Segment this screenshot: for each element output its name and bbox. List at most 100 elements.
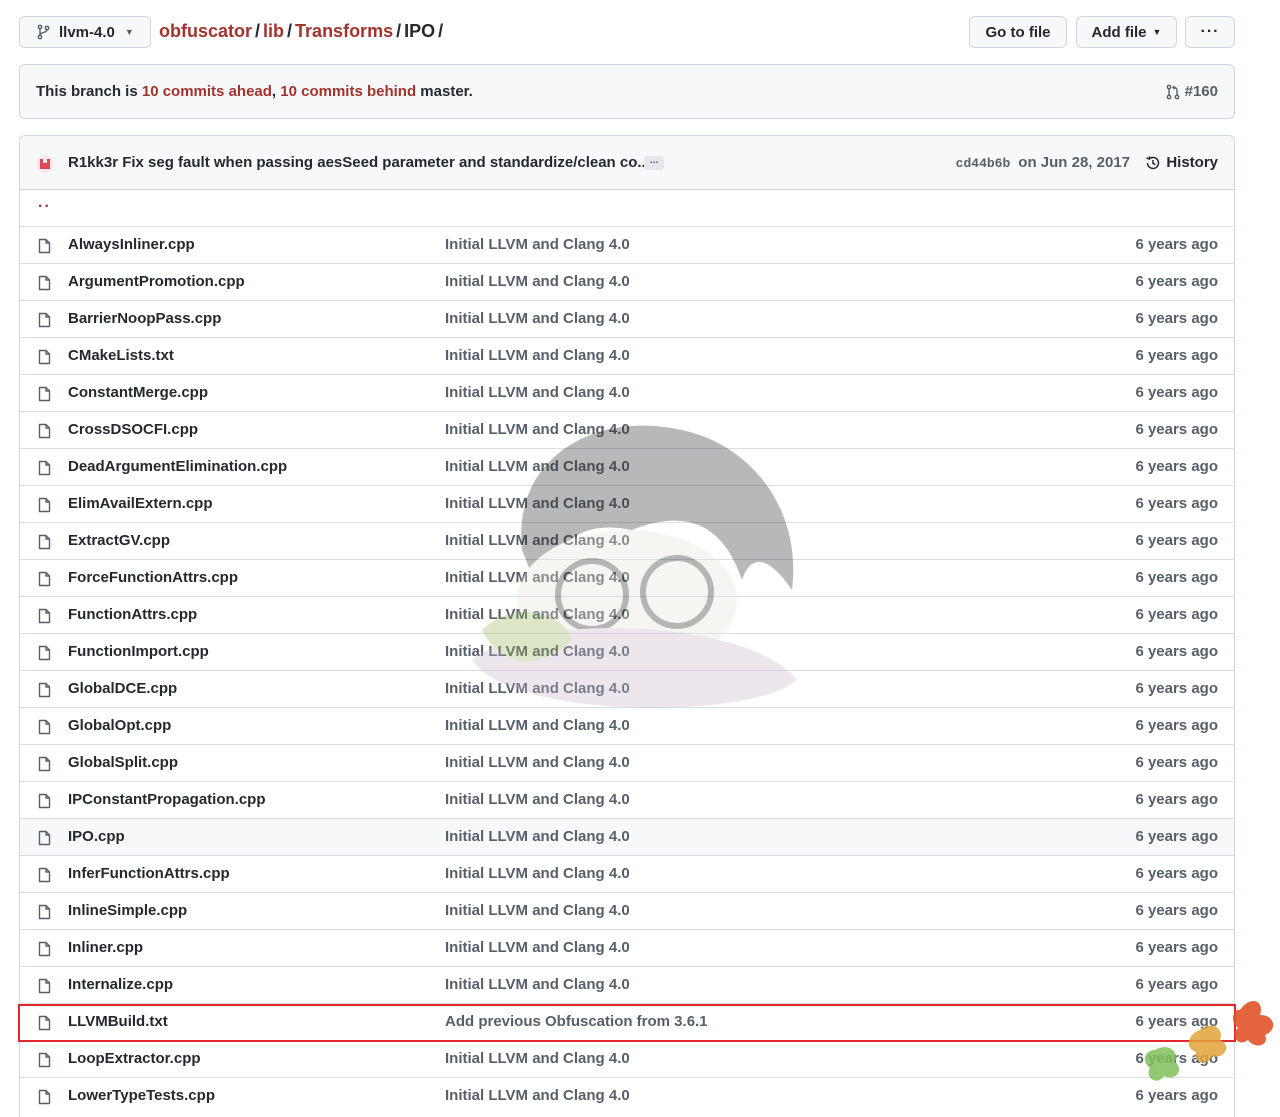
file-commit-message-link[interactable]: Initial LLVM and Clang 4.0 — [445, 828, 630, 845]
expand-commit-button[interactable]: ... — [644, 156, 664, 170]
file-name-link[interactable]: LoopExtractor.cpp — [68, 1050, 201, 1067]
commits-ahead-link[interactable]: 10 commits ahead — [142, 83, 272, 100]
breadcrumb-link-lib[interactable]: lib — [263, 21, 284, 41]
add-file-button[interactable]: Add file ▼ — [1076, 16, 1177, 48]
file-commit-message-link[interactable]: Initial LLVM and Clang 4.0 — [445, 310, 630, 327]
file-commit-message-link[interactable]: Initial LLVM and Clang 4.0 — [445, 1087, 630, 1104]
file-commit-message-link[interactable]: Initial LLVM and Clang 4.0 — [445, 421, 630, 438]
file-row[interactable]: ElimAvailExtern.cpp Initial LLVM and Clan… — [20, 485, 1234, 522]
file-name-link[interactable]: IPO.cpp — [68, 828, 125, 845]
file-name-link[interactable]: ForceFunctionAttrs.cpp — [68, 569, 238, 586]
file-name-link[interactable]: CMakeLists.txt — [68, 347, 174, 364]
file-row[interactable]: ArgumentPromotion.cpp Initial LLVM and Cl… — [20, 263, 1234, 300]
breadcrumb-link-transforms[interactable]: Transforms — [295, 21, 393, 41]
file-commit-message-link[interactable]: Initial LLVM and Clang 4.0 — [445, 606, 630, 623]
breadcrumb-separator: / — [287, 21, 293, 41]
file-name-link[interactable]: GlobalSplit.cpp — [68, 754, 178, 771]
file-row[interactable]: GlobalOpt.cpp Initial LLVM and Clang 4.0 6… — [20, 707, 1234, 744]
file-name-link[interactable]: InlineSimple.cpp — [68, 902, 187, 919]
file-commit-message-link[interactable]: Initial LLVM and Clang 4.0 — [445, 458, 630, 475]
go-to-file-button[interactable]: Go to file — [969, 16, 1067, 48]
file-row[interactable]: BarrierNoopPass.cpp Initial LLVM and Clan… — [20, 300, 1234, 337]
file-name-link[interactable]: LLVMBuild.txt — [68, 1013, 168, 1030]
file-commit-message-link[interactable]: Initial LLVM and Clang 4.0 — [445, 569, 630, 586]
file-row[interactable]: GlobalDCE.cpp Initial LLVM and Clang 4.0 6… — [20, 670, 1234, 707]
file-commit-message-link[interactable]: Initial LLVM and Clang 4.0 — [445, 865, 630, 882]
file-name-link[interactable]: AlwaysInliner.cpp — [68, 236, 195, 253]
file-name-link[interactable]: FunctionImport.cpp — [68, 643, 209, 660]
file-commit-message-link[interactable]: Initial LLVM and Clang 4.0 — [445, 273, 630, 290]
breadcrumb-separator: / — [255, 21, 261, 41]
file-commit-message-link[interactable]: Initial LLVM and Clang 4.0 — [445, 236, 630, 253]
file-commit-message-link[interactable]: Initial LLVM and Clang 4.0 — [445, 347, 630, 364]
parent-directory-row[interactable]: .. — [20, 190, 1234, 226]
latest-commit-header: R1kk3r Fix seg fault when passing aesSee… — [20, 136, 1234, 190]
file-row[interactable]: ForceFunctionAttrs.cpp Initial LLVM and C… — [20, 559, 1234, 596]
file-row[interactable]: LLVMBuild.txt Add previous Obfuscation fr… — [20, 1003, 1234, 1040]
file-name-link[interactable]: LowerTypeTests.cpp — [68, 1087, 215, 1104]
file-commit-message-link[interactable]: Initial LLVM and Clang 4.0 — [445, 791, 630, 808]
file-name-link[interactable]: Internalize.cpp — [68, 976, 173, 993]
file-row[interactable]: DeadArgumentElimination.cpp Initial LLVM … — [20, 448, 1234, 485]
file-name-link[interactable]: FunctionAttrs.cpp — [68, 606, 197, 623]
file-row[interactable]: IPConstantPropagation.cpp Initial LLVM an… — [20, 781, 1234, 818]
file-name-link[interactable]: GlobalOpt.cpp — [68, 717, 171, 734]
file-name-link[interactable]: InferFunctionAttrs.cpp — [68, 865, 230, 882]
file-row[interactable]: CrossDSOCFI.cpp Initial LLVM and Clang 4.… — [20, 411, 1234, 448]
file-name-link[interactable]: ArgumentPromotion.cpp — [68, 273, 245, 290]
file-row[interactable]: InferFunctionAttrs.cpp Initial LLVM and C… — [20, 855, 1234, 892]
file-row[interactable]: FunctionAttrs.cpp Initial LLVM and Clang … — [20, 596, 1234, 633]
file-row[interactable]: GlobalSplit.cpp Initial LLVM and Clang 4.… — [20, 744, 1234, 781]
commits-behind-link[interactable]: 10 commits behind — [280, 83, 416, 100]
file-commit-age: 6 years ago — [1135, 791, 1218, 808]
file-row[interactable]: Inliner.cpp Initial LLVM and Clang 4.0 6 y… — [20, 929, 1234, 966]
file-commit-message-link[interactable]: Initial LLVM and Clang 4.0 — [445, 1050, 630, 1067]
file-name-link[interactable]: DeadArgumentElimination.cpp — [68, 458, 287, 475]
file-commit-message-link[interactable]: Add previous Obfuscation from 3.6.1 — [445, 1013, 708, 1030]
file-commit-message-link[interactable]: Initial LLVM and Clang 4.0 — [445, 680, 630, 697]
file-name-link[interactable]: ConstantMerge.cpp — [68, 384, 208, 401]
parent-directory-link[interactable]: .. — [38, 194, 51, 212]
file-name-link[interactable]: Inliner.cpp — [68, 939, 143, 956]
branch-selector-button[interactable]: llvm-4.0 ▼ — [19, 16, 151, 48]
commit-sha[interactable]: cd44b6b — [956, 156, 1011, 171]
git-branch-icon — [37, 24, 50, 40]
file-commit-message-link[interactable]: Initial LLVM and Clang 4.0 — [445, 495, 630, 512]
history-label: History — [1166, 154, 1218, 171]
kebab-icon: ··· — [1200, 23, 1220, 40]
avatar[interactable] — [36, 155, 54, 173]
file-commit-message-link[interactable]: Initial LLVM and Clang 4.0 — [445, 384, 630, 401]
file-name-link[interactable]: BarrierNoopPass.cpp — [68, 310, 221, 327]
file-row[interactable]: Internalize.cpp Initial LLVM and Clang 4.… — [20, 966, 1234, 1003]
file-commit-age: 6 years ago — [1135, 347, 1218, 364]
file-commit-age: 6 years ago — [1135, 532, 1218, 549]
file-row[interactable]: LowerTypeTests.cpp Initial LLVM and Clang… — [20, 1077, 1234, 1114]
file-name-link[interactable]: ExtractGV.cpp — [68, 532, 170, 549]
breadcrumb-link-obfuscator[interactable]: obfuscator — [159, 21, 252, 41]
file-commit-age: 6 years ago — [1135, 717, 1218, 734]
file-commit-message-link[interactable]: Initial LLVM and Clang 4.0 — [445, 939, 630, 956]
file-commit-age: 6 years ago — [1135, 976, 1218, 993]
file-commit-message-link[interactable]: Initial LLVM and Clang 4.0 — [445, 643, 630, 660]
file-commit-message-link[interactable]: Initial LLVM and Clang 4.0 — [445, 902, 630, 919]
latest-commit-message[interactable]: R1kk3r Fix seg fault when passing aesSee… — [68, 154, 650, 171]
file-row[interactable]: InlineSimple.cpp Initial LLVM and Clang 4… — [20, 892, 1234, 929]
file-commit-message-link[interactable]: Initial LLVM and Clang 4.0 — [445, 532, 630, 549]
file-name-link[interactable]: CrossDSOCFI.cpp — [68, 421, 198, 438]
file-commit-message-link[interactable]: Initial LLVM and Clang 4.0 — [445, 717, 630, 734]
file-commit-message-link[interactable]: Initial LLVM and Clang 4.0 — [445, 754, 630, 771]
file-row[interactable]: ConstantMerge.cpp Initial LLVM and Clang … — [20, 374, 1234, 411]
more-options-button[interactable]: ··· — [1185, 16, 1235, 48]
file-row[interactable]: IPO.cpp Initial LLVM and Clang 4.0 6 years… — [20, 818, 1234, 855]
file-row[interactable]: ExtractGV.cpp Initial LLVM and Clang 4.0 6… — [20, 522, 1234, 559]
pull-request-link[interactable]: #160 — [1166, 83, 1218, 100]
file-name-link[interactable]: IPConstantPropagation.cpp — [68, 791, 266, 808]
file-name-link[interactable]: ElimAvailExtern.cpp — [68, 495, 213, 512]
file-row[interactable]: AlwaysInliner.cpp Initial LLVM and Clang … — [20, 226, 1234, 263]
file-row[interactable]: CMakeLists.txt Initial LLVM and Clang 4.0… — [20, 337, 1234, 374]
file-row[interactable]: FunctionImport.cpp Initial LLVM and Clang… — [20, 633, 1234, 670]
file-commit-message-link[interactable]: Initial LLVM and Clang 4.0 — [445, 976, 630, 993]
history-link[interactable]: History — [1145, 154, 1218, 171]
file-name-link[interactable]: GlobalDCE.cpp — [68, 680, 177, 697]
file-row[interactable]: LoopExtractor.cpp Initial LLVM and Clang … — [20, 1040, 1234, 1077]
